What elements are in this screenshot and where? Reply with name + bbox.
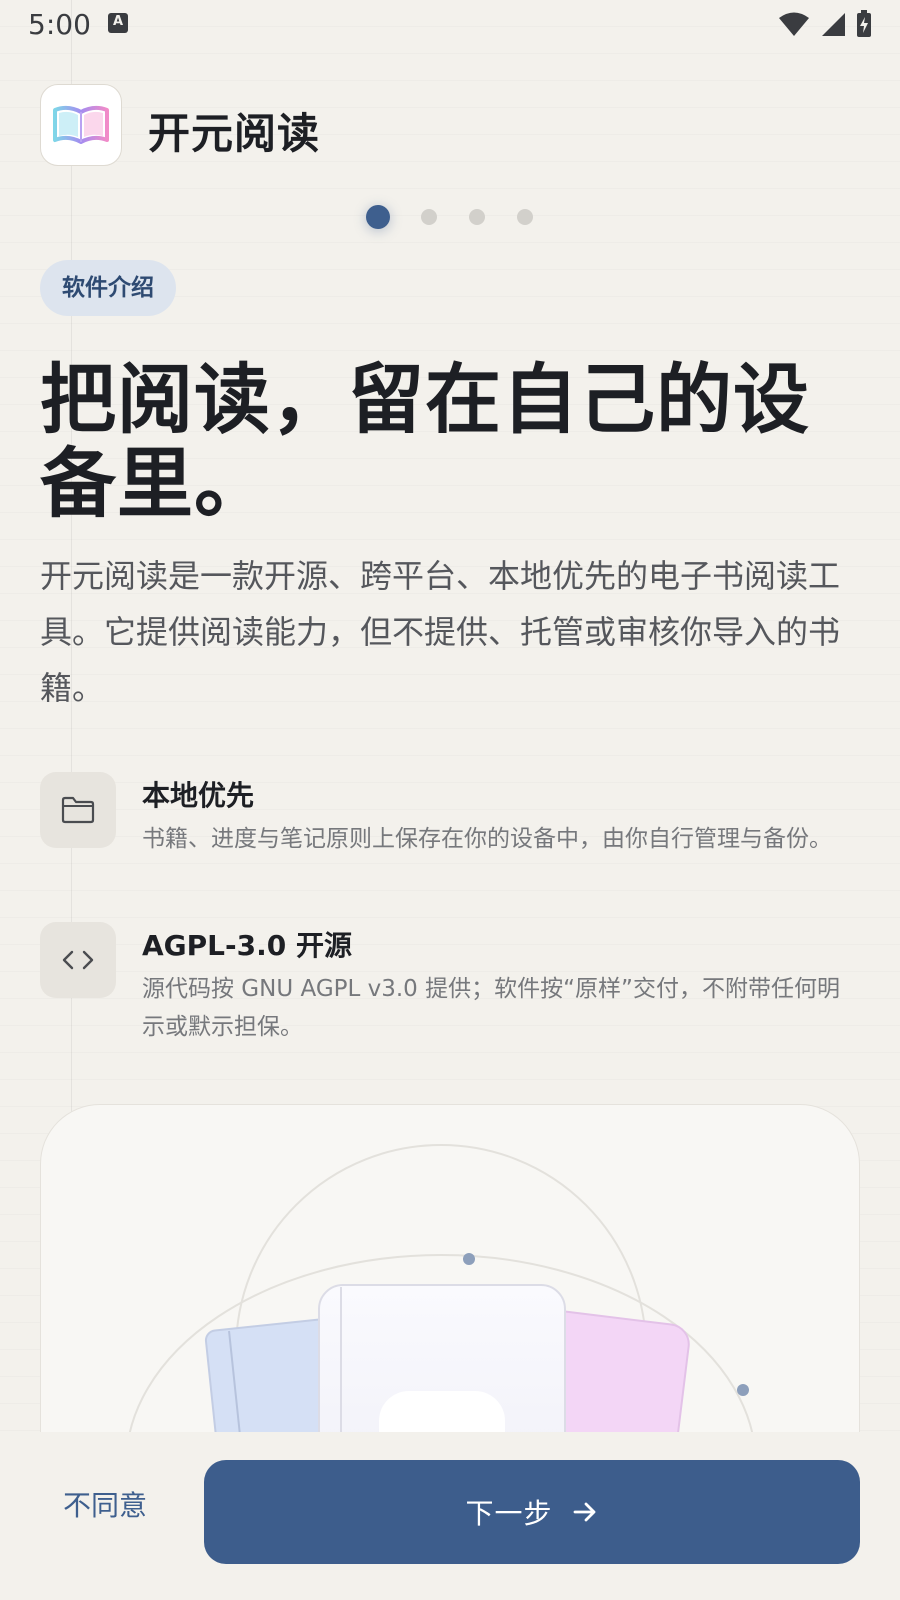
text-a-icon: A xyxy=(108,13,128,33)
wifi-icon xyxy=(779,12,809,36)
status-time: 5:00 xyxy=(28,8,91,41)
folder-icon xyxy=(61,796,95,824)
library-illustration xyxy=(128,1144,754,1434)
illustration-card xyxy=(40,1104,860,1434)
status-icons xyxy=(778,10,872,38)
section-chip: 软件介绍 xyxy=(40,260,176,316)
status-bar: 5:00 A xyxy=(0,0,900,50)
feature-title: AGPL-3.0 开源 xyxy=(142,929,352,962)
signal-icon xyxy=(822,13,845,36)
onboarding-pager xyxy=(0,205,900,229)
feature-icon-box xyxy=(40,772,116,848)
next-step-button[interactable]: 下一步 xyxy=(204,1460,860,1564)
app-logo xyxy=(40,84,122,166)
app-title: 开元阅读 xyxy=(148,109,321,158)
feature-icon-box xyxy=(40,922,116,998)
open-book-icon xyxy=(53,105,109,144)
arrow-right-icon xyxy=(573,1502,595,1522)
feature-title: 本地优先 xyxy=(142,779,255,812)
bottom-action-bar: 不同意 下一步 xyxy=(0,1432,900,1600)
feature-description: 书籍、进度与笔记原则上保存在你的设备中，由你自行管理与备份。 xyxy=(142,826,832,852)
pager-dot[interactable] xyxy=(421,209,437,225)
code-icon xyxy=(62,950,94,970)
pager-dot[interactable] xyxy=(517,209,533,225)
battery-charging-icon xyxy=(857,10,871,37)
feature-description: 源代码按 GNU AGPL v3.0 提供；软件按“原样”交付，不附带任何明示或… xyxy=(142,976,840,1040)
disagree-button[interactable]: 不同意 xyxy=(40,1456,170,1556)
pager-dot-active[interactable] xyxy=(366,205,390,229)
page-description: 开元阅读是一款开源、跨平台、本地优先的电子书阅读工具。它提供阅读能力，但不提供、… xyxy=(40,557,841,707)
pager-dot[interactable] xyxy=(469,209,485,225)
next-step-label: 下一步 xyxy=(465,1497,553,1530)
page-headline: 把阅读，留在自己的设备里。 xyxy=(40,355,810,528)
